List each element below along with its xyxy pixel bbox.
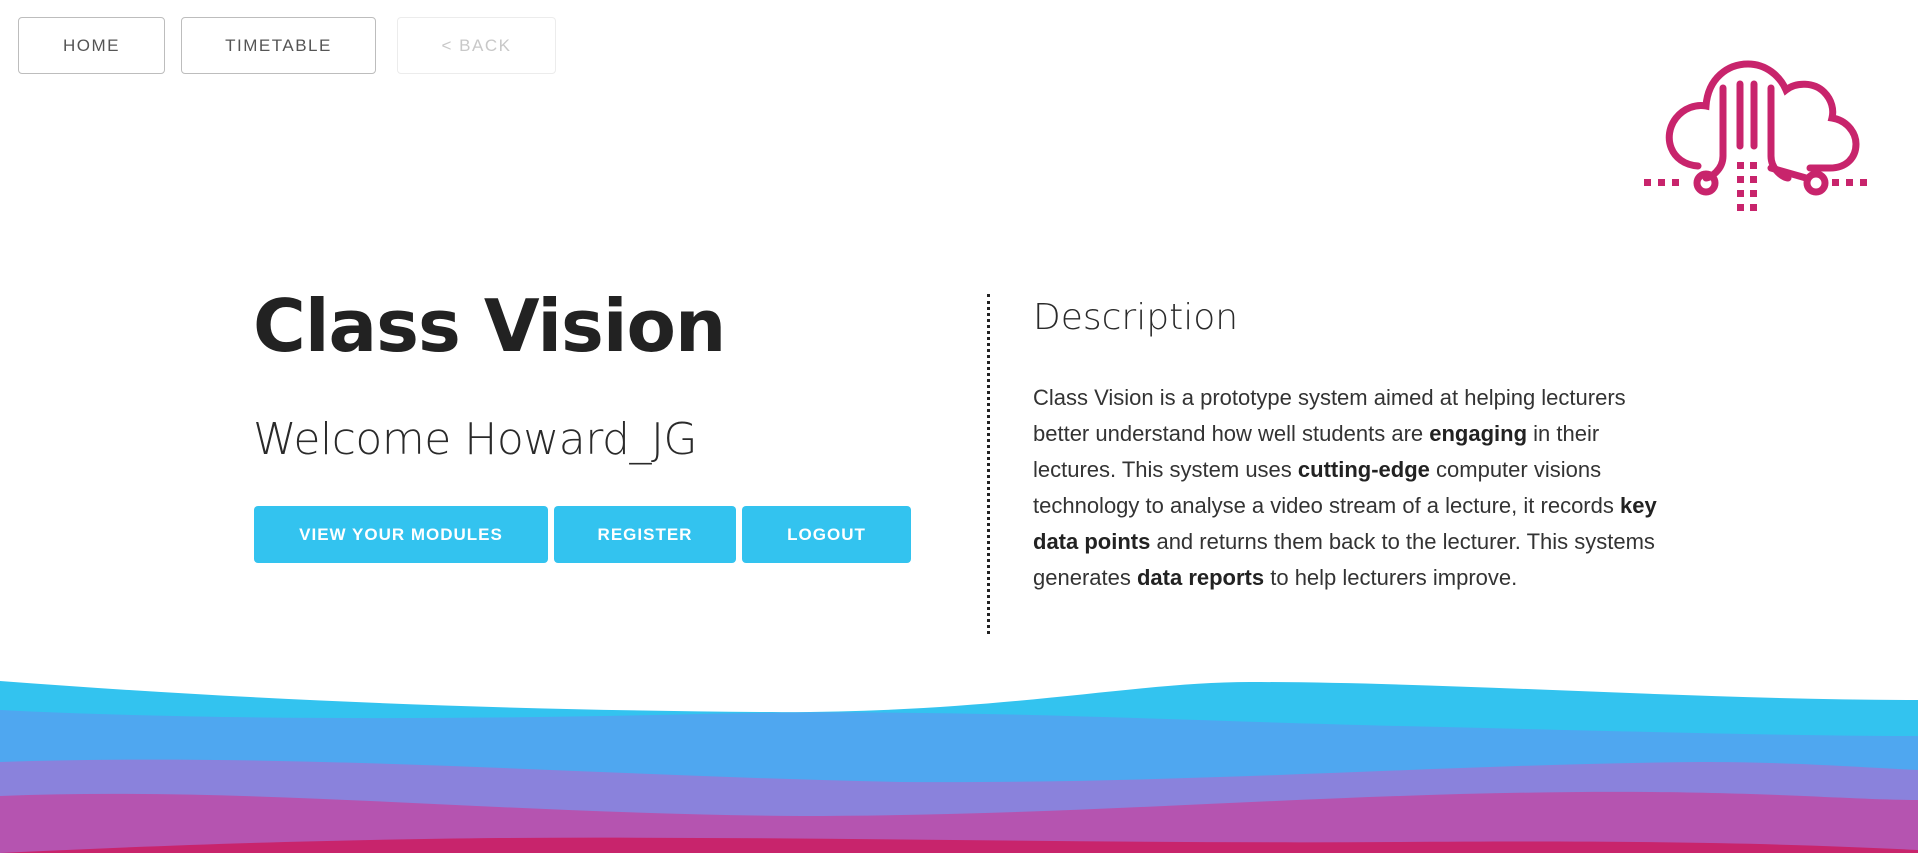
back-button[interactable]: < BACK [397, 17, 556, 74]
view-modules-button[interactable]: VIEW YOUR MODULES [254, 506, 548, 563]
timetable-button[interactable]: TIMETABLE [181, 17, 376, 74]
logout-button[interactable]: LOGOUT [742, 506, 911, 563]
page-title: Class Vision [253, 284, 726, 368]
register-button[interactable]: REGISTER [554, 506, 736, 563]
description-bold-engaging: engaging [1429, 421, 1528, 446]
class-vision-logo-icon [1644, 60, 1867, 211]
dotted-divider [987, 294, 990, 634]
description-text-part: to help lecturers improve. [1264, 565, 1518, 590]
welcome-message: Welcome Howard_JG [253, 414, 698, 465]
description-bold-data-reports: data reports [1136, 565, 1265, 590]
description-text: Class Vision is a prototype system aimed… [1033, 380, 1673, 596]
description-heading: Description [1033, 297, 1239, 338]
decorative-waves [0, 681, 1918, 853]
home-button[interactable]: HOME [18, 17, 165, 74]
page: HOME TIMETABLE < BACK Class Vision Welco… [0, 0, 1918, 853]
description-bold-cutting-edge: cutting-edge [1297, 457, 1430, 482]
